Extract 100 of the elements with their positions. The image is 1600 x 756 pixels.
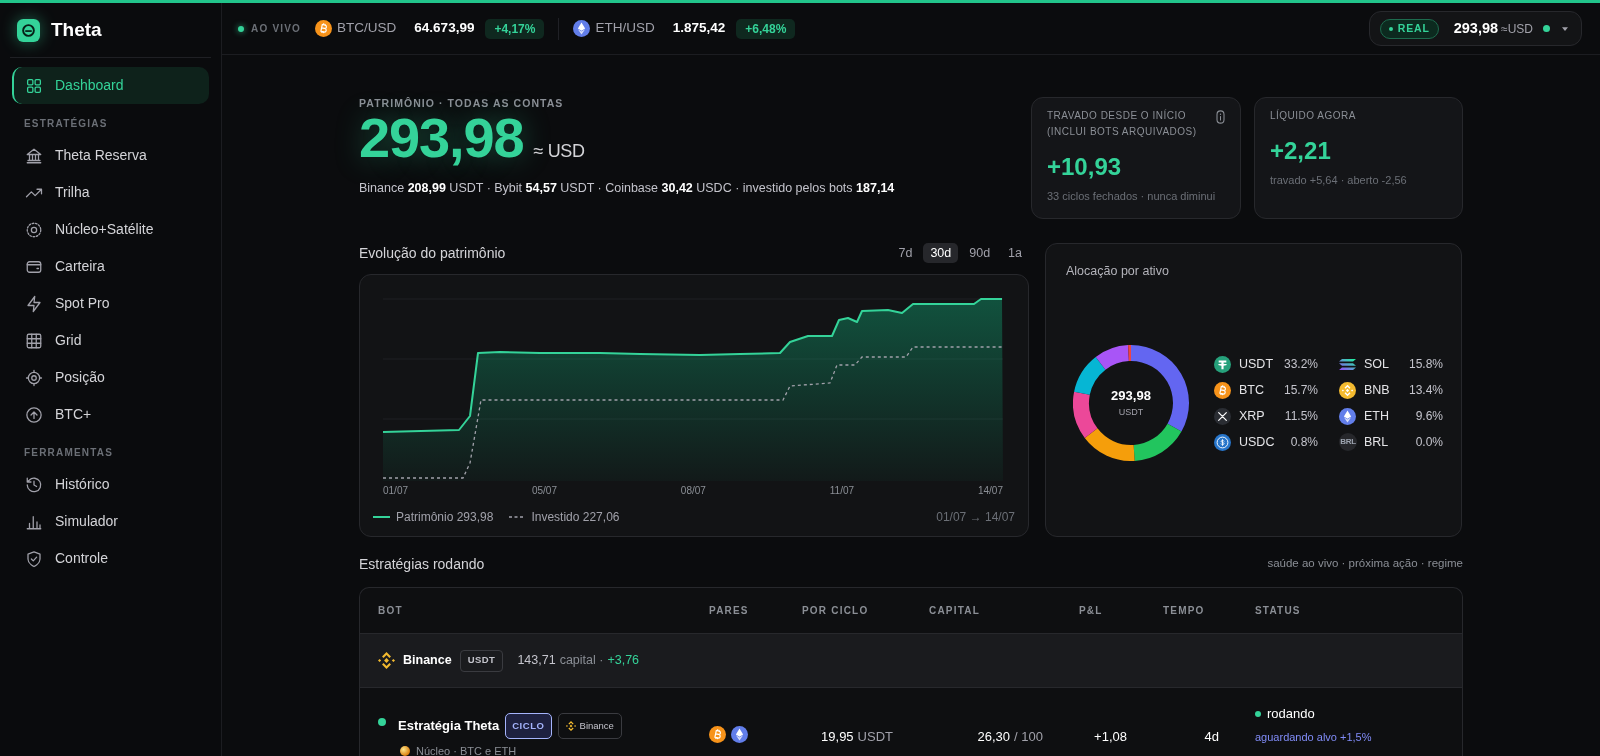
nav-item[interactable]: Simulador [12, 503, 209, 540]
asset-label: BRL [1364, 433, 1389, 451]
range-tab[interactable]: 90d [962, 243, 998, 263]
share-value: 15.7% [1283, 382, 1318, 399]
nav-item[interactable]: BTC+ [12, 396, 209, 433]
asset-label: XRP [1239, 407, 1265, 425]
nav-item[interactable]: Theta Reserva [12, 137, 209, 174]
price-value: 64.673,99 [414, 19, 475, 38]
share-value: 13.4% [1408, 382, 1443, 399]
donut-center-value: 293,98 [1111, 388, 1151, 404]
share-value: 11.5% [1284, 408, 1318, 425]
lightning-icon [25, 294, 43, 313]
asset-label: USDC [1239, 433, 1275, 451]
usdc-icon [1214, 433, 1231, 451]
column-header: STATUS [1255, 604, 1302, 618]
bitcoin-icon [709, 726, 726, 743]
next-action: aguardando alvo +1,5% [1255, 730, 1373, 744]
caret-icon [1562, 26, 1568, 31]
status-label: rodando [1267, 705, 1315, 724]
bnb-icon [1339, 381, 1356, 399]
nav-item[interactable]: Núcleo+Satélite [12, 211, 209, 248]
binance-icon [378, 652, 395, 669]
column-header: TEMPO [1163, 604, 1206, 618]
stat-note: travado +5,64 · aberto -2,56 [1270, 173, 1408, 187]
currency-token: BRL [1339, 433, 1357, 451]
xrp-icon [1214, 407, 1231, 425]
section-label: FERRAMENTAS [23, 446, 115, 460]
nav-item[interactable]: Grid [12, 322, 209, 359]
asset-label: USDT [1239, 355, 1274, 373]
solana-icon [1339, 358, 1356, 370]
balance-breakdown: Binance 208,99 USDT · Bybit 54,57 USDT · Coinbase 30,42 USDC · investido pelos bots 187,14 [359, 180, 895, 197]
capital-value: 143,71 [517, 652, 556, 670]
logo-icon [17, 18, 40, 42]
stat-label: TRAVADO DESDE O INÍCIO (INCLUI BOTS ARQUIVADOS) [1047, 108, 1198, 139]
nav-item[interactable]: Controle [12, 540, 209, 577]
card-title: Alocação por ativo [1066, 264, 1170, 278]
bot-name: Estratégia Theta [398, 717, 500, 736]
stat-value: +2,21 [1270, 137, 1332, 165]
axis-label: 11/07 [829, 484, 855, 498]
axis-label: 14/07 [977, 484, 1003, 498]
column-header: P&L [1079, 604, 1104, 618]
ethereum-icon [573, 20, 591, 37]
nav-item[interactable]: Spot Pro [12, 285, 209, 322]
range-tab[interactable]: 30d [923, 243, 959, 263]
capital-limit: / 100 [1014, 729, 1043, 744]
arrow-up-circle-icon [25, 405, 43, 424]
account-selector[interactable]: REAL 293,98 ≈USD [1368, 11, 1582, 46]
per-cycle-value: 19,95 [821, 729, 854, 744]
shield-check-icon [25, 549, 43, 568]
stat-value: +10,93 [1047, 153, 1123, 181]
share-value: 9.6% [1415, 408, 1443, 425]
per-cycle-unit: USDT [857, 729, 893, 744]
asset-label: SOL [1364, 355, 1389, 373]
solid-line-icon [373, 516, 390, 518]
share-value: 0.0% [1415, 434, 1443, 451]
exchange-name: Binance [403, 652, 452, 670]
currency-label: ≈ USD [533, 140, 585, 163]
tether-icon [1214, 355, 1231, 373]
column-header: BOT [377, 604, 404, 618]
price-value: 1.875,42 [672, 19, 726, 38]
currency-label: ≈USD [1501, 20, 1533, 38]
pair-label: BTC/USD [337, 19, 397, 38]
bank-icon [25, 146, 43, 165]
section-title: Evolução do patrimônio [359, 243, 506, 263]
stat-note: 33 ciclos fechados · nunca diminui [1047, 189, 1217, 203]
mode-label: REAL [1397, 20, 1430, 36]
table-grid-icon [25, 331, 43, 350]
ethereum-icon [731, 726, 748, 743]
bot-detail: Núcleo · BTC e ETH [416, 744, 517, 756]
section-label: ESTRATÉGIAS [23, 117, 109, 131]
date-range: 01/07 → 14/07 [936, 509, 1015, 526]
asset-label: BTC [1239, 381, 1264, 399]
share-value: 0.8% [1290, 434, 1318, 451]
change-badge: +6,48% [736, 18, 796, 39]
target-icon [25, 368, 43, 387]
exchange-label: Binance [579, 718, 614, 733]
nav-item[interactable]: Dashboard [12, 67, 209, 104]
range-tab[interactable]: 1a [1001, 243, 1029, 263]
stat-label: LÍQUIDO AGORA [1270, 108, 1356, 123]
logo-text: Theta [51, 17, 102, 42]
bitcoin-icon [1214, 381, 1231, 399]
section-title: Estratégias rodando [359, 554, 485, 574]
nav-item[interactable]: Trilha [12, 174, 209, 211]
share-value: 15.8% [1408, 356, 1443, 373]
nav-item[interactable]: Carteira [12, 248, 209, 285]
currency-badge: USDT [459, 649, 504, 672]
nav-item[interactable]: Posição [12, 359, 209, 396]
history-icon [25, 475, 43, 494]
live-label: AO VIVO [251, 22, 302, 36]
legend-label: Patrimônio 293,98 [396, 509, 494, 526]
dashed-line-icon [509, 516, 526, 518]
dotted-circle-icon [25, 220, 43, 239]
range-tab[interactable]: 7d [891, 243, 920, 263]
column-header: POR CICLO [802, 604, 870, 618]
axis-label: 08/07 [680, 484, 706, 498]
time-value: 4d [1204, 729, 1219, 744]
mode-badge: CICLO [505, 713, 552, 739]
nav-item[interactable]: Histórico [12, 466, 209, 503]
total-value: 293,98 [359, 110, 524, 166]
capital-value: 26,30 [977, 729, 1011, 744]
